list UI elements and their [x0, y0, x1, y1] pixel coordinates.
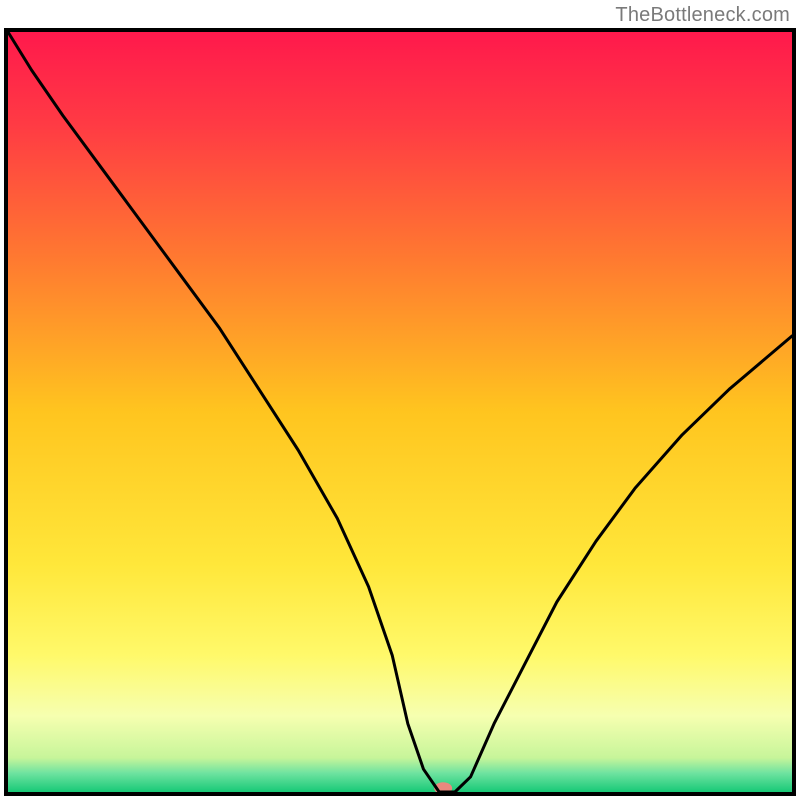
- chart-svg: [4, 28, 796, 796]
- bottleneck-chart: [4, 28, 796, 796]
- chart-background: [8, 32, 792, 792]
- watermark-text: TheBottleneck.com: [615, 4, 790, 27]
